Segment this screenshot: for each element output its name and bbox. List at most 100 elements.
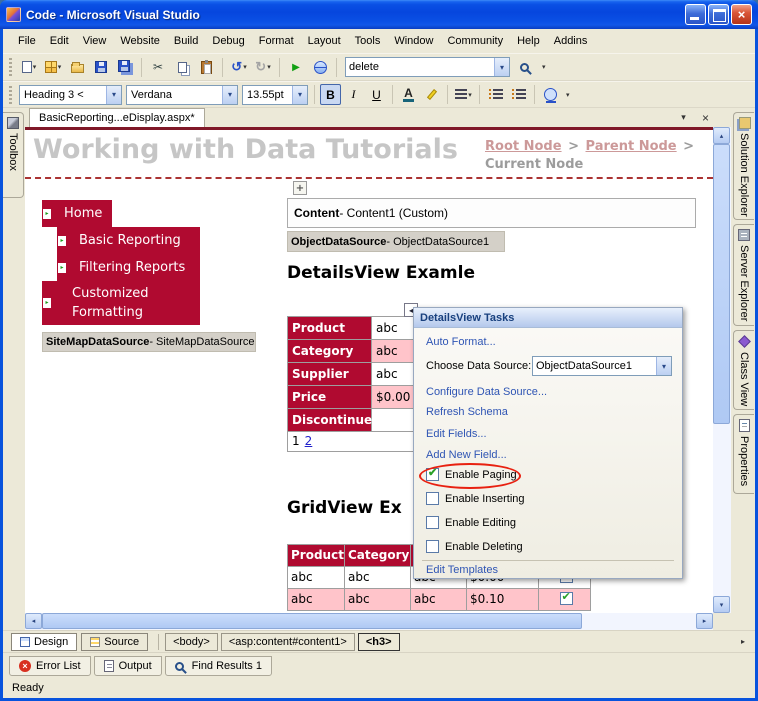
add-item-button[interactable]: ▾ xyxy=(42,56,64,78)
find-results-tab[interactable]: Find Results 1 xyxy=(164,656,272,676)
tasks-panel-title[interactable]: DetailsView Tasks xyxy=(414,308,682,328)
chevron-down-icon[interactable]: ▾ xyxy=(106,85,121,104)
enable-inserting-option[interactable]: ✔ Enable Inserting xyxy=(426,492,525,505)
new-file-button[interactable]: ▾ xyxy=(18,56,40,78)
cut-button[interactable]: ✂ xyxy=(147,56,169,78)
menu-debug[interactable]: Debug xyxy=(205,31,251,51)
paste-button[interactable] xyxy=(195,56,217,78)
tab-list-button[interactable]: ▾ xyxy=(676,110,691,125)
scroll-right-button[interactable]: ▸ xyxy=(696,613,713,629)
toolbar-grip[interactable] xyxy=(9,85,12,104)
close-button[interactable]: × xyxy=(731,4,752,25)
enable-deleting-checkbox[interactable]: ✔ xyxy=(426,540,439,553)
chevron-down-icon[interactable]: ▾ xyxy=(656,357,671,375)
enable-inserting-checkbox[interactable]: ✔ xyxy=(426,492,439,505)
align-button[interactable]: ▾ xyxy=(453,84,474,105)
menu-addins[interactable]: Addins xyxy=(547,31,595,51)
undo-button[interactable]: ↺ ▾ xyxy=(228,56,250,78)
save-button[interactable] xyxy=(90,56,112,78)
solution-explorer-tab[interactable]: Solution Explorer xyxy=(733,112,754,220)
vertical-scrollbar[interactable]: ▴ ▾ xyxy=(713,127,731,613)
menu-view[interactable]: View xyxy=(76,31,114,51)
enable-deleting-option[interactable]: ✔ Enable Deleting xyxy=(426,540,523,553)
enable-paging-option[interactable]: ✔ Enable Paging xyxy=(426,467,517,481)
start-debug-button[interactable]: ▶ xyxy=(285,56,307,78)
menu-community[interactable]: Community xyxy=(440,31,510,51)
enable-editing-option[interactable]: ✔ Enable Editing xyxy=(426,516,516,529)
error-list-tab[interactable]: × Error List xyxy=(9,656,91,676)
horizontal-scrollbar[interactable]: ◂ ▸ xyxy=(25,613,713,630)
scroll-up-button[interactable]: ▴ xyxy=(713,127,730,144)
detailsview-control[interactable]: Product abc Category abc Supplier abc Price… xyxy=(287,316,418,452)
font-color-button[interactable]: A xyxy=(398,84,419,105)
document-tab[interactable]: BasicReporting...eDisplay.aspx* xyxy=(29,108,205,127)
numbered-list-button[interactable] xyxy=(485,84,506,105)
menu-format[interactable]: Format xyxy=(252,31,301,51)
properties-tab[interactable]: Properties xyxy=(733,414,754,494)
browse-button[interactable] xyxy=(309,56,331,78)
design-view-button[interactable]: Design xyxy=(11,632,78,651)
find-input[interactable] xyxy=(346,58,494,76)
font-size-combobox[interactable]: 13.55pt ▾ xyxy=(242,84,308,105)
toolbox-tab[interactable]: Toolbox xyxy=(3,112,24,198)
scroll-down-button[interactable]: ▾ xyxy=(713,596,730,613)
design-surface[interactable]: Working with Data Tutorials Root Node > … xyxy=(25,130,713,613)
open-file-button[interactable] xyxy=(66,56,88,78)
nav-item-home[interactable]: ▸ Home xyxy=(42,200,112,227)
menu-layout[interactable]: Layout xyxy=(301,31,348,51)
maximize-button[interactable] xyxy=(708,4,729,25)
block-format-combobox[interactable]: Heading 3 < ▾ xyxy=(19,84,122,105)
find-options-button[interactable] xyxy=(515,56,537,78)
chevron-down-icon[interactable]: ▾ xyxy=(222,85,237,104)
font-name-combobox[interactable]: Verdana ▾ xyxy=(126,84,238,105)
hyperlink-button[interactable] xyxy=(540,84,561,105)
menu-edit[interactable]: Edit xyxy=(43,31,76,51)
titlebar[interactable]: Code - Microsoft Visual Studio × xyxy=(0,0,758,29)
menu-window[interactable]: Window xyxy=(387,31,440,51)
configure-data-source-link[interactable]: Configure Data Source... xyxy=(426,386,547,398)
toolbar-overflow-button[interactable]: ▾ xyxy=(542,63,546,71)
scroll-left-button[interactable]: ◂ xyxy=(25,613,42,629)
edit-templates-link[interactable]: Edit Templates xyxy=(426,564,498,576)
class-view-tab[interactable]: Class View xyxy=(733,330,754,410)
find-combobox[interactable]: ▾ xyxy=(345,57,510,77)
menu-website[interactable]: Website xyxy=(113,31,167,51)
bold-button[interactable]: B xyxy=(320,84,341,105)
toolbar-overflow-button[interactable]: ▾ xyxy=(566,91,570,99)
nav-item-basic-reporting[interactable]: ▸ Basic Reporting xyxy=(57,227,200,254)
data-source-combobox[interactable]: ObjectDataSource1 ▾ xyxy=(532,356,672,376)
tag-body-button[interactable]: <body> xyxy=(165,632,218,651)
menu-file[interactable]: File xyxy=(11,31,43,51)
nav-item-customized-formatting[interactable]: ▸ Customized Formatting xyxy=(42,281,200,325)
enable-paging-checkbox[interactable]: ✔ xyxy=(426,467,439,481)
tag-h3-button[interactable]: <h3> xyxy=(357,632,400,651)
breadcrumb-root-link[interactable]: Root Node xyxy=(485,139,562,154)
horizontal-scroll-thumb[interactable] xyxy=(42,613,582,629)
minimize-button[interactable] xyxy=(685,4,706,25)
italic-button[interactable]: I xyxy=(343,84,364,105)
redo-button[interactable]: ↻ ▾ xyxy=(252,56,274,78)
edit-fields-link[interactable]: Edit Fields... xyxy=(426,428,487,440)
vertical-scroll-thumb[interactable] xyxy=(713,144,730,424)
chevron-down-icon[interactable]: ▾ xyxy=(292,85,307,104)
discontinued-checkbox[interactable]: ✔ xyxy=(559,590,573,605)
server-explorer-tab[interactable]: Server Explorer xyxy=(733,224,754,326)
objectdatasource-control[interactable]: ObjectDataSource - ObjectDataSource1 xyxy=(287,231,505,252)
underline-button[interactable]: U xyxy=(366,84,387,105)
auto-format-link[interactable]: Auto Format... xyxy=(426,336,496,348)
toolbar-grip[interactable] xyxy=(9,58,12,76)
bullet-list-button[interactable] xyxy=(508,84,529,105)
refresh-schema-link[interactable]: Refresh Schema xyxy=(426,406,508,418)
tag-nav-forward-button[interactable]: ▸ xyxy=(737,635,749,648)
chevron-down-icon[interactable]: ▾ xyxy=(494,58,509,76)
tab-close-button[interactable]: × xyxy=(698,110,713,125)
menu-help[interactable]: Help xyxy=(510,31,547,51)
add-new-field-link[interactable]: Add New Field... xyxy=(426,449,507,461)
breadcrumb-parent-link[interactable]: Parent Node xyxy=(586,139,677,154)
highlight-button[interactable] xyxy=(421,84,442,105)
source-view-button[interactable]: Source xyxy=(81,632,149,651)
sitemapdatasource-control[interactable]: SiteMapDataSource - SiteMapDataSource1 xyxy=(42,332,256,352)
copy-button[interactable] xyxy=(171,56,193,78)
save-all-button[interactable] xyxy=(114,56,136,78)
pager-page-2-link[interactable]: 2 xyxy=(305,434,313,448)
